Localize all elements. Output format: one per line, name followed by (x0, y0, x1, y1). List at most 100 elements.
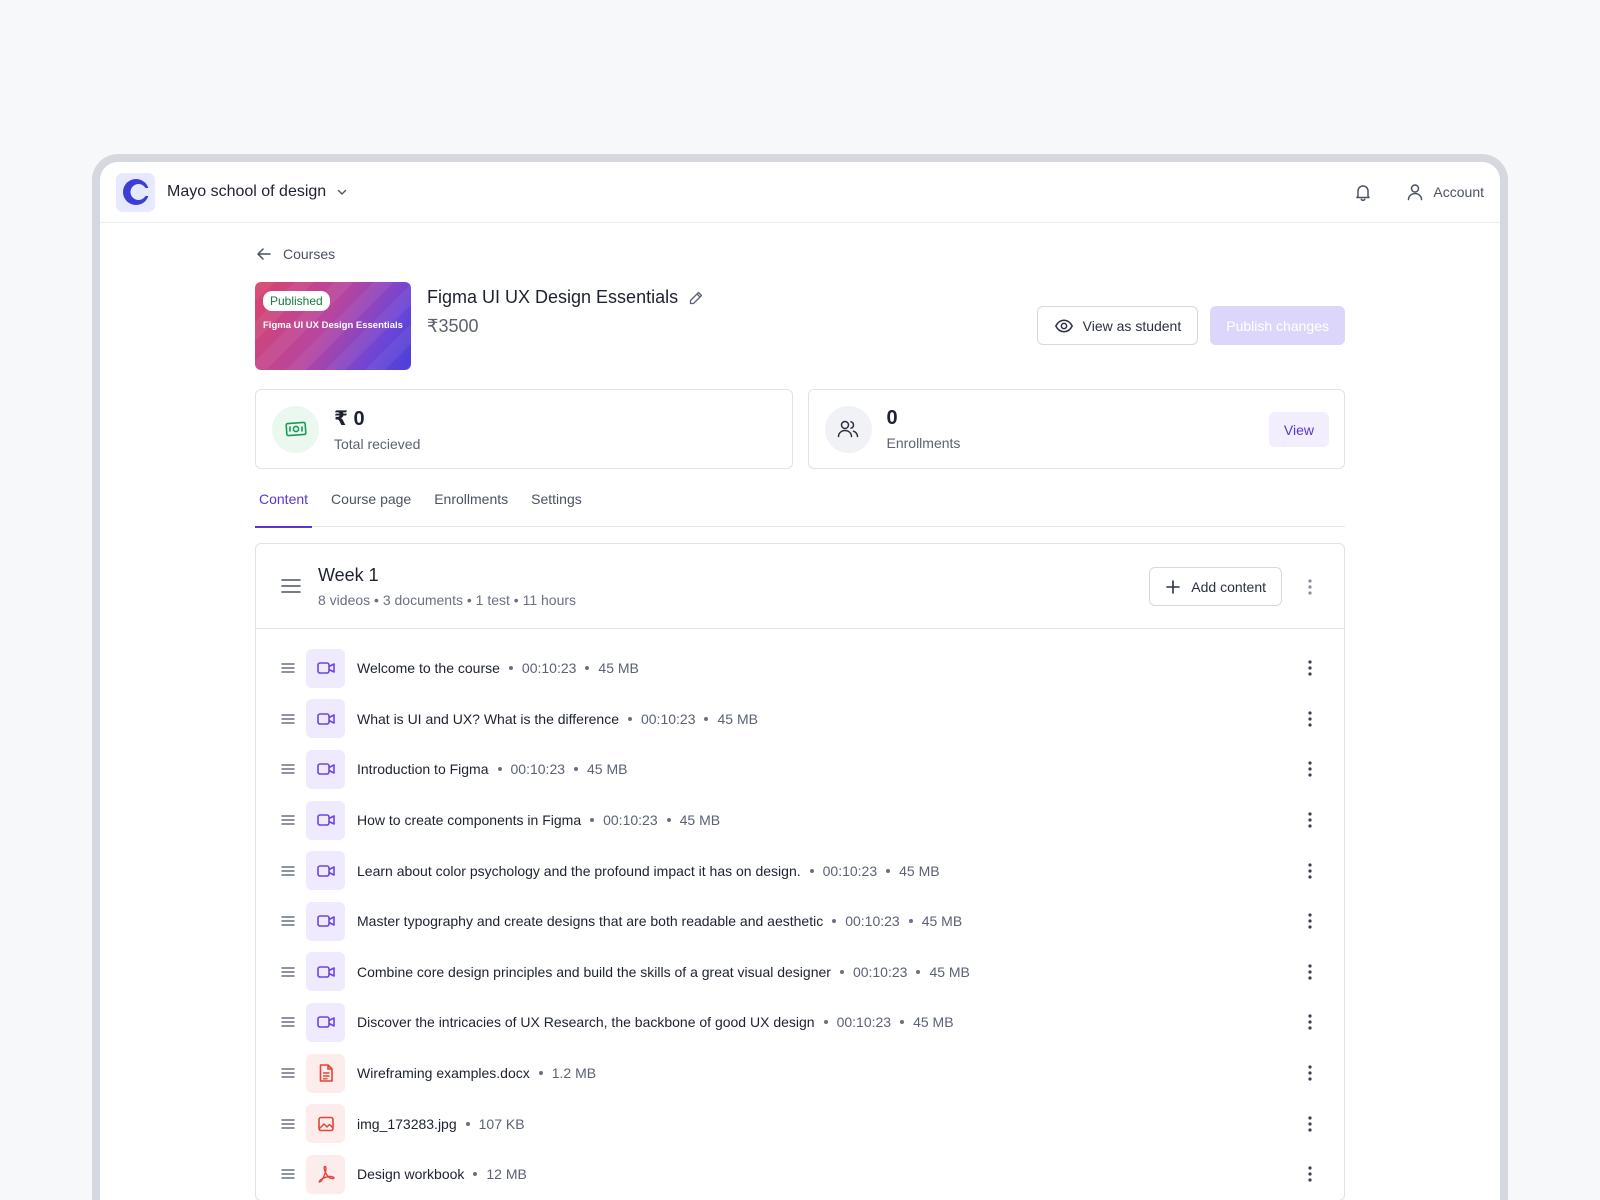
drag-handle-icon[interactable] (278, 962, 298, 982)
week-header: Week 1 8 videos • 3 documents • 1 test •… (256, 544, 1344, 629)
top-bar: Mayo school of design Account (100, 162, 1500, 223)
tab-content[interactable]: Content (255, 483, 313, 528)
tab-settings[interactable]: Settings (527, 483, 586, 527)
school-switcher[interactable]: Mayo school of design (167, 183, 348, 201)
item-more-menu[interactable] (1298, 757, 1322, 781)
separator-dot (832, 919, 837, 924)
item-name: How to create components in Figma (357, 812, 582, 829)
item-more-menu[interactable] (1298, 859, 1322, 883)
content-item[interactable]: Combine core design principles and build… (256, 947, 1344, 998)
users-icon (837, 420, 859, 438)
item-duration: 00:10:23 (510, 761, 566, 778)
item-size: 45 MB (921, 913, 963, 930)
tab-enrollments[interactable]: Enrollments (430, 483, 512, 527)
drag-handle-icon[interactable] (278, 658, 298, 678)
view-enrollments-button[interactable]: View (1268, 412, 1329, 447)
video-icon (316, 1016, 335, 1029)
item-name: Design workbook (357, 1166, 465, 1183)
week-meta: 8 videos • 3 documents • 1 test • 11 hou… (318, 591, 577, 608)
video-type-badge (306, 1002, 345, 1042)
pdf-type-badge (306, 1154, 345, 1194)
document-icon (319, 1064, 333, 1082)
users-icon-wrap (824, 405, 872, 453)
account-label: Account (1433, 184, 1484, 200)
item-more-menu[interactable] (1298, 960, 1322, 984)
add-content-button[interactable]: Add content (1149, 567, 1282, 606)
content-item[interactable]: Welcome to the course 00:10:23 45 MB (256, 643, 1344, 694)
item-size: 45 MB (929, 963, 970, 980)
drag-handle-icon[interactable] (278, 759, 298, 779)
item-duration: 00:10:23 (521, 660, 577, 677)
content-list: Welcome to the course 00:10:23 45 MB What i… (256, 629, 1344, 1200)
content-item[interactable]: Introduction to Figma 00:10:23 45 MB (256, 744, 1344, 795)
course-price: ₹3500 (427, 316, 479, 336)
separator-dot (823, 1020, 828, 1025)
enrollments-card: 0 Enrollments View (807, 389, 1345, 469)
more-vertical-icon (1308, 812, 1312, 828)
notifications-button[interactable] (1349, 178, 1377, 206)
week-more-menu[interactable] (1298, 575, 1322, 599)
video-type-badge (306, 800, 345, 840)
video-icon (316, 713, 335, 725)
drag-handle-icon[interactable] (278, 1012, 298, 1032)
item-duration: 00:10:23 (822, 862, 878, 879)
week-title: Week 1 (318, 564, 379, 585)
item-more-menu[interactable] (1298, 1112, 1322, 1136)
enrollments-label: Enrollments (886, 435, 961, 451)
tab-course-page[interactable]: Course page (327, 483, 415, 527)
pdf-icon (318, 1166, 335, 1183)
content-item[interactable]: Master typography and create designs tha… (256, 896, 1344, 947)
course-title: Figma UI UX Design Essentials (427, 287, 679, 307)
item-more-menu[interactable] (1298, 808, 1322, 832)
add-content-label: Add content (1191, 578, 1266, 595)
banknote-icon (284, 421, 307, 437)
item-name: What is UI and UX? What is the differenc… (357, 710, 619, 727)
drag-handle-icon[interactable] (278, 709, 298, 729)
item-more-menu[interactable] (1298, 909, 1322, 933)
money-icon-wrap (272, 405, 319, 453)
content-item[interactable]: What is UI and UX? What is the differenc… (256, 694, 1344, 745)
more-vertical-icon (1308, 578, 1312, 595)
drag-handle-icon[interactable] (278, 861, 298, 881)
content-item[interactable]: Discover the intricacies of UX Research,… (256, 997, 1344, 1048)
drag-handle-icon[interactable] (278, 1164, 298, 1184)
item-name: Wireframing examples.docx (357, 1065, 530, 1082)
publish-changes-button[interactable]: Publish changes (1210, 306, 1345, 345)
drag-handle-icon[interactable] (278, 810, 298, 830)
separator-dot (473, 1172, 478, 1177)
content-item[interactable]: Learn about color psychology and the pro… (256, 845, 1344, 896)
edit-pencil-icon[interactable] (688, 290, 704, 306)
item-more-menu[interactable] (1298, 707, 1322, 731)
item-more-menu[interactable] (1298, 1061, 1322, 1085)
back-to-courses-link[interactable]: Courses (255, 245, 335, 263)
content-item[interactable]: img_173283.jpg 107 KB (256, 1098, 1344, 1149)
separator-dot (574, 767, 579, 772)
item-size: 45 MB (679, 812, 721, 829)
logo-icon (122, 179, 151, 205)
doc-type-badge (306, 1053, 345, 1093)
drag-handle-icon[interactable] (278, 1063, 298, 1083)
total-received-label: Total recieved (334, 436, 421, 452)
separator-dot (839, 969, 844, 974)
course-header: Published Figma UI UX Design Essentials … (255, 282, 1345, 370)
separator-dot (590, 818, 595, 823)
drag-handle-icon[interactable] (280, 575, 302, 597)
item-more-menu[interactable] (1298, 1162, 1322, 1186)
separator-dot (508, 666, 513, 671)
account-menu[interactable]: Account (1405, 182, 1484, 202)
course-info: Figma UI UX Design Essentials ₹3500 (427, 287, 704, 337)
item-duration: 00:10:23 (845, 913, 900, 930)
drag-handle-icon[interactable] (278, 1114, 298, 1134)
separator-dot (886, 868, 891, 873)
content-item[interactable]: Design workbook 12 MB (256, 1149, 1344, 1200)
content-item[interactable]: Wireframing examples.docx 1.2 MB (256, 1048, 1344, 1099)
content-item[interactable]: How to create components in Figma 00:10:2… (256, 795, 1344, 846)
item-more-menu[interactable] (1298, 656, 1322, 680)
image-icon (317, 1116, 334, 1131)
view-as-student-button[interactable]: View as student (1036, 306, 1199, 345)
video-icon (316, 763, 335, 776)
device-frame: Mayo school of design Account Courses Pu… (92, 154, 1508, 1200)
more-vertical-icon (1308, 711, 1312, 727)
item-more-menu[interactable] (1298, 1010, 1322, 1034)
drag-handle-icon[interactable] (278, 911, 298, 931)
